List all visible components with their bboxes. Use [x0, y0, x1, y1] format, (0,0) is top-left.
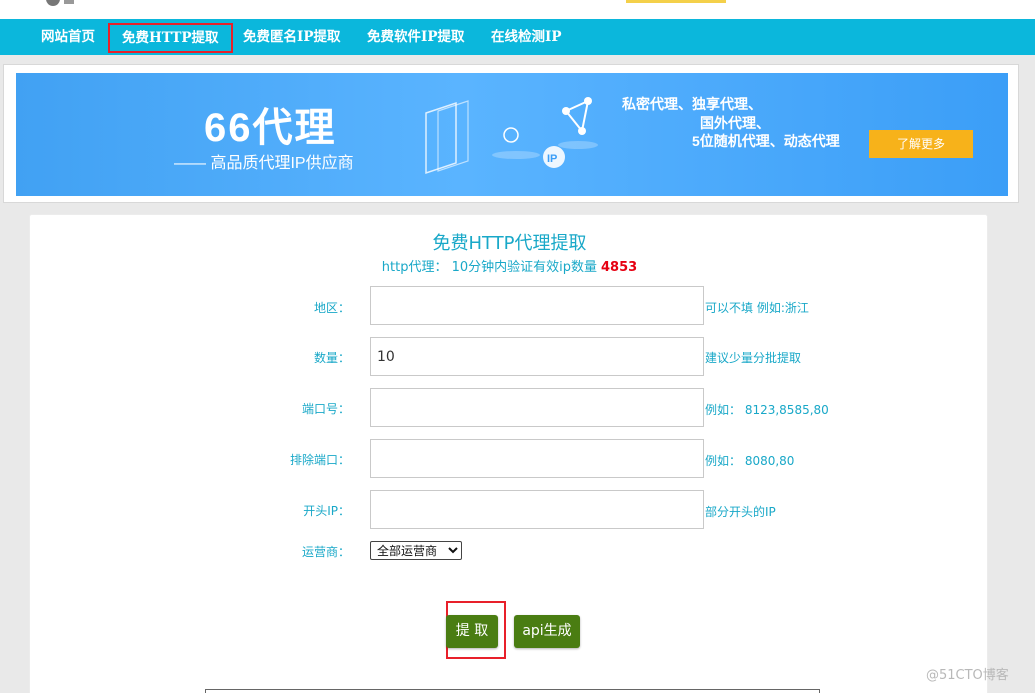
ip-prefix-input[interactable] [370, 490, 704, 529]
form-subtitle: http代理： 10分钟内验证有效ip数量 4853 [30, 256, 989, 275]
exclude-port-hint: 例如： 8080,80 [705, 454, 795, 468]
banner-fragment [626, 0, 726, 3]
api-generate-button[interactable]: api生成 [514, 615, 580, 648]
port-label: 端口号： [301, 402, 350, 416]
ip-prefix-label: 开头IP： [303, 504, 350, 518]
nav-item-anonymous-ip[interactable]: 免费匿名IP提取 [243, 19, 340, 55]
extract-button[interactable]: 提 取 [446, 615, 498, 648]
banner-title: 66代理 [204, 106, 337, 150]
promo-banner[interactable]: 66代理 —— 高品质代理IP供应商 IP 私密代理、独享代理、 国外代理、 5… [16, 73, 1008, 196]
form-title: 免费HTTP代理提取 [432, 233, 587, 254]
result-box-edge [205, 689, 820, 693]
quantity-input[interactable] [370, 337, 704, 376]
nav-item-free-http[interactable]: 免费HTTP提取 [108, 23, 233, 53]
region-label: 地区： [313, 301, 350, 315]
learn-more-button[interactable]: 了解更多 [869, 130, 973, 158]
carrier-label: 运营商： [301, 545, 350, 559]
banner-subtitle: —— 高品质代理IP供应商 [174, 155, 354, 172]
ip-badge-text: IP [547, 153, 557, 165]
region-input[interactable] [370, 286, 704, 325]
quantity-hint: 建议少量分批提取 [705, 351, 802, 365]
exclude-port-input[interactable] [370, 439, 704, 478]
banner-feature: 5位随机代理、动态代理 [692, 133, 840, 149]
subtitle-text: http代理： 10分钟内验证有效ip数量 [381, 260, 598, 275]
carrier-select[interactable]: 全部运营商 [370, 541, 462, 560]
valid-ip-count: 4853 [601, 260, 638, 275]
ip-prefix-hint: 部分开头的IP [705, 505, 776, 519]
port-hint: 例如： 8123,8585,80 [705, 403, 829, 417]
extract-form-panel: 免费HTTP代理提取 http代理： 10分钟内验证有效ip数量 4853 地区：… [29, 214, 988, 693]
region-hint: 可以不填 例如:浙江 [705, 301, 809, 315]
logo-fragment [46, 0, 60, 6]
nav-item-home[interactable]: 网站首页 [41, 19, 95, 55]
port-input[interactable] [370, 388, 704, 427]
banner-feature: 国外代理、 [700, 115, 770, 131]
exclude-port-label: 排除端口： [289, 453, 350, 467]
nav-item-check-ip[interactable]: 在线检测IP [491, 19, 561, 55]
quantity-label: 数量： [313, 351, 350, 365]
logo-fragment [64, 0, 74, 4]
banner-container: 66代理 —— 高品质代理IP供应商 IP 私密代理、独享代理、 国外代理、 5… [3, 64, 1019, 203]
banner-feature: 私密代理、独享代理、 [622, 96, 762, 112]
watermark: @51CTO博客 [926, 668, 1009, 683]
main-nav: 网站首页 免费HTTP提取 免费匿名IP提取 免费软件IP提取 在线检测IP [0, 19, 1035, 55]
nav-item-software-ip[interactable]: 免费软件IP提取 [367, 19, 464, 55]
top-strip [0, 0, 1035, 19]
network-illustration-icon: IP [425, 97, 598, 175]
